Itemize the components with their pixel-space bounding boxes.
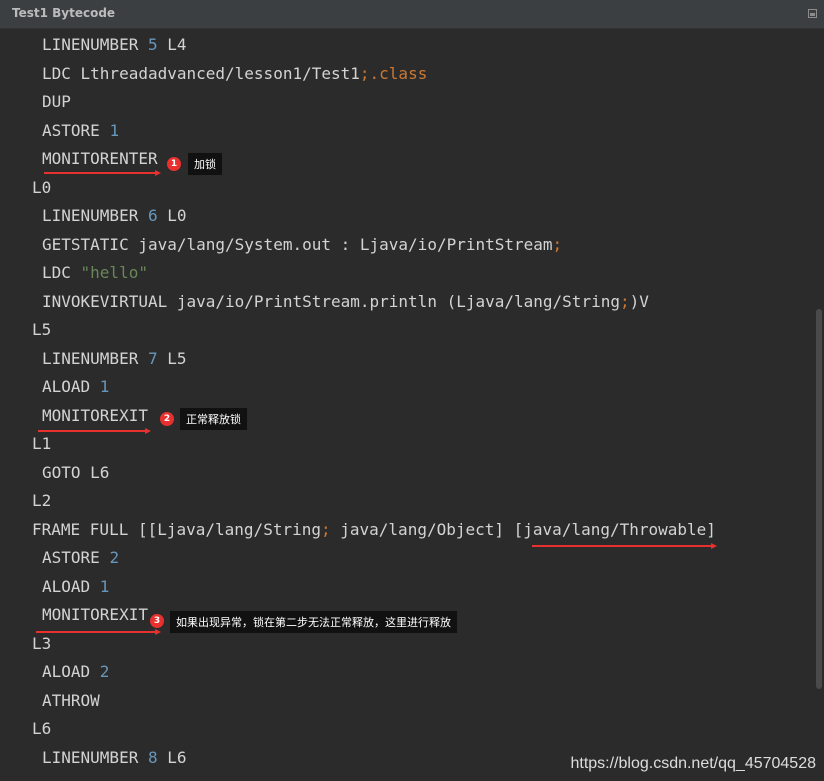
code-line: GETSTATIC java/lang/System.out : Ljava/i…	[42, 235, 563, 254]
label-line: L3	[32, 634, 52, 653]
code-line: GOTO L6	[42, 463, 110, 482]
red-underline-arrow	[36, 629, 161, 635]
scrollbar-thumb[interactable]	[816, 309, 822, 689]
code-line: ATHROW	[42, 691, 100, 710]
code-line-monitorenter: MONITORENTER	[42, 149, 158, 168]
code-line-monitorexit: MONITOREXIT	[42, 406, 148, 425]
code-line: INVOKEVIRTUAL java/io/PrintStream.printl…	[42, 292, 649, 311]
code-line: ASTORE 2	[42, 548, 120, 567]
annotation-note-release: 正常释放锁	[179, 407, 248, 431]
bytecode-window: Test1 Bytecode LINENUMBER 5 L4 LDC Lthre…	[0, 0, 824, 781]
code-line: LINENUMBER 6 L0	[42, 206, 187, 225]
vertical-scrollbar[interactable]	[814, 29, 824, 781]
bytecode-editor[interactable]: LINENUMBER 5 L4 LDC Lthreadadvanced/less…	[0, 29, 814, 781]
annotation-badge-3: 3	[150, 614, 164, 628]
label-line: L1	[32, 434, 52, 453]
red-underline-arrow	[44, 170, 161, 176]
code-line: LINENUMBER 8 L6	[42, 748, 187, 767]
code-line-monitorexit-exception: MONITOREXIT	[42, 605, 148, 624]
code-line: ASTORE 1	[42, 121, 120, 140]
code-line: LDC Lthreadadvanced/lesson1/Test1;.class	[42, 64, 428, 83]
code-line: LINENUMBER 7 L5	[42, 349, 187, 368]
code-line: DUP	[42, 92, 71, 111]
code-line: ALOAD 2	[42, 662, 110, 681]
title-bar: Test1 Bytecode	[0, 0, 824, 29]
label-line: L6	[32, 719, 52, 738]
watermark: https://blog.csdn.net/qq_45704528	[570, 755, 816, 772]
code-line-frame: FRAME FULL [[Ljava/lang/String; java/lan…	[32, 520, 716, 539]
label-line: L0	[32, 178, 52, 197]
window-title: Test1 Bytecode	[12, 6, 116, 20]
annotation-badge-1: 1	[167, 157, 181, 171]
code-line: ALOAD 1	[42, 377, 110, 396]
red-underline-arrow	[532, 543, 717, 549]
code-line: LDC "hello"	[42, 263, 148, 282]
annotation-note-lock: 加锁	[187, 152, 223, 176]
red-underline-arrow	[38, 428, 151, 434]
minimize-icon[interactable]	[808, 9, 817, 18]
annotation-badge-2: 2	[160, 412, 174, 426]
code-line: LINENUMBER 5 L4	[42, 35, 187, 54]
code-line: ALOAD 1	[42, 577, 110, 596]
label-line: L5	[32, 320, 52, 339]
label-line: L2	[32, 491, 52, 510]
annotation-note-exception-release: 如果出现异常，锁在第二步无法正常释放，这里进行释放	[169, 610, 458, 634]
